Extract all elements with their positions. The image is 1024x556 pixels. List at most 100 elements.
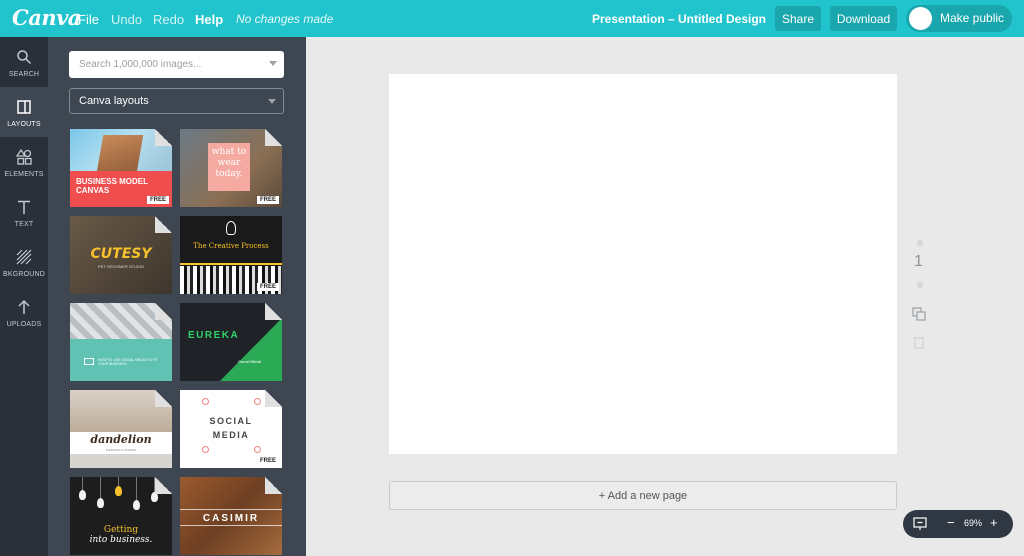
left-rail: SEARCH LAYOUTS ELEMENTS TEXT BKGROUND UP… bbox=[0, 37, 48, 556]
search-icon bbox=[17, 50, 32, 65]
green-triangle bbox=[220, 318, 282, 381]
thumb-title: dandelion bbox=[90, 433, 152, 446]
page-curl bbox=[265, 390, 282, 407]
chevron-down-icon[interactable] bbox=[269, 61, 277, 66]
thumb-title: The Creative Process bbox=[193, 242, 269, 250]
rail-label-search: SEARCH bbox=[8, 71, 40, 78]
free-badge: FREE bbox=[256, 457, 279, 465]
thumb-subtitle: GameOfficial bbox=[238, 359, 262, 364]
rail-item-elements[interactable]: ELEMENTS bbox=[0, 137, 48, 187]
canva-logo[interactable]: Canva bbox=[12, 5, 81, 30]
circle-icon bbox=[254, 446, 261, 453]
page-up-dot[interactable] bbox=[917, 240, 923, 246]
download-button[interactable]: Download bbox=[830, 6, 897, 31]
rail-label-elements: ELEMENTS bbox=[4, 171, 44, 178]
page-curl bbox=[265, 303, 282, 320]
layout-thumb-creative-process[interactable]: The Creative Process FREE bbox=[180, 216, 282, 294]
thumb-title: what to wear today. bbox=[211, 147, 247, 179]
yellow-bar bbox=[180, 263, 282, 265]
help-menu[interactable]: Help bbox=[195, 12, 223, 27]
duplicate-page-icon[interactable] bbox=[912, 307, 926, 321]
chevron-down-icon bbox=[268, 99, 276, 104]
page-number: 1 bbox=[914, 253, 923, 270]
rail-item-uploads[interactable]: UPLOADS bbox=[0, 287, 48, 337]
thumb-title: SOCIAL MEDIA bbox=[209, 416, 253, 440]
top-bar: Canva File Undo Redo Help No changes mad… bbox=[0, 0, 1024, 37]
lightbulb-icon bbox=[226, 221, 236, 235]
layout-thumb-what-to-wear[interactable]: what to wear today. FREE bbox=[180, 129, 282, 207]
background-icon bbox=[16, 249, 32, 265]
circle-icon bbox=[202, 446, 209, 453]
rail-label-text: TEXT bbox=[14, 221, 34, 228]
redo-button[interactable]: Redo bbox=[153, 12, 184, 27]
layouts-panel: Search 1,000,000 images... Canva layouts… bbox=[48, 37, 306, 556]
file-menu[interactable]: File bbox=[78, 12, 99, 27]
thumb-title: CASIMIR bbox=[202, 513, 260, 524]
layout-thumb-cutesy[interactable]: CUTESY PET GROOMER STUDIO bbox=[70, 216, 172, 294]
layout-thumb-social-media-business[interactable]: HOW TO USE SOCIAL MEDIA TO FIT YOUR BUSI… bbox=[70, 303, 172, 381]
bulb-icon bbox=[133, 500, 140, 510]
make-public-label: Make public bbox=[940, 11, 1005, 25]
rail-item-search[interactable]: SEARCH bbox=[0, 37, 48, 87]
delete-page-icon[interactable] bbox=[912, 335, 926, 349]
layout-source-dropdown[interactable]: Canva layouts bbox=[69, 88, 284, 114]
search-placeholder: Search 1,000,000 images... bbox=[79, 59, 202, 70]
layout-thumb-casimir[interactable]: CASIMIR bbox=[180, 477, 282, 555]
zoom-out-button[interactable]: − bbox=[947, 515, 955, 530]
thumb-subtitle: PET GROOMER STUDIO bbox=[97, 264, 145, 269]
thumb-title: BUSINESS MODEL CANVAS bbox=[76, 177, 149, 195]
make-public-toggle[interactable]: Make public bbox=[906, 5, 1012, 32]
image-search-input[interactable]: Search 1,000,000 images... bbox=[69, 51, 284, 78]
page-curl bbox=[155, 129, 172, 146]
layout-thumb-eureka[interactable]: EUREKA GameOfficial bbox=[180, 303, 282, 381]
page-curl bbox=[155, 303, 172, 320]
thumb-title: EUREKA bbox=[188, 330, 240, 341]
design-page[interactable] bbox=[389, 74, 897, 454]
rail-item-text[interactable]: TEXT bbox=[0, 187, 48, 237]
zoom-level: 69% bbox=[964, 518, 983, 528]
page-curl bbox=[155, 390, 172, 407]
page-curl bbox=[265, 477, 282, 494]
divider bbox=[180, 509, 282, 510]
lower-image bbox=[70, 454, 172, 468]
free-badge: FREE bbox=[256, 283, 279, 291]
text-icon bbox=[18, 200, 30, 214]
zoom-control: − 69% + bbox=[903, 510, 1013, 538]
page-curl bbox=[155, 477, 172, 494]
bulb-wire bbox=[100, 477, 101, 499]
layout-thumb-social-media[interactable]: SOCIAL MEDIA FREE bbox=[180, 390, 282, 468]
undo-button[interactable]: Undo bbox=[111, 12, 142, 27]
thumb-subtitle: WEDDING FLOWERS bbox=[105, 448, 137, 452]
layouts-icon bbox=[17, 100, 31, 114]
rail-item-layouts[interactable]: LAYOUTS bbox=[0, 87, 48, 137]
toggle-knob bbox=[909, 7, 932, 30]
present-icon[interactable] bbox=[913, 517, 927, 531]
document-title[interactable]: Presentation – Untitled Design bbox=[592, 12, 766, 26]
save-status: No changes made bbox=[236, 12, 334, 26]
lit-bulb-icon bbox=[115, 486, 122, 496]
page-down-dot[interactable] bbox=[917, 282, 923, 288]
thumb-title: CUTESY bbox=[90, 246, 152, 262]
rail-label-background: BKGROUND bbox=[2, 271, 46, 278]
layout-thumb-getting-into-business[interactable]: Getting into business. bbox=[70, 477, 172, 555]
layout-thumb-business-model-canvas[interactable]: BUSINESS MODEL CANVAS FREE bbox=[70, 129, 172, 207]
add-page-button[interactable]: + Add a new page bbox=[389, 481, 897, 510]
bulb-wire bbox=[82, 477, 83, 491]
rail-label-uploads: UPLOADS bbox=[6, 321, 42, 328]
thumb-title: Getting bbox=[103, 525, 139, 535]
shapes-icon bbox=[16, 149, 32, 165]
laptop-icon bbox=[84, 358, 94, 365]
share-button[interactable]: Share bbox=[775, 6, 821, 31]
page-curl bbox=[155, 216, 172, 233]
thumb-title: HOW TO USE SOCIAL MEDIA TO FIT YOUR BUSI… bbox=[98, 358, 158, 366]
layout-thumb-dandelion[interactable]: dandelion WEDDING FLOWERS bbox=[70, 390, 172, 468]
upload-icon bbox=[18, 299, 30, 314]
bulb-wire bbox=[136, 477, 137, 501]
rail-item-background[interactable]: BKGROUND bbox=[0, 237, 48, 287]
free-badge: FREE bbox=[256, 196, 279, 204]
zoom-in-button[interactable]: + bbox=[990, 515, 998, 530]
circle-icon bbox=[202, 398, 209, 405]
divider bbox=[180, 525, 282, 526]
bulb-icon bbox=[79, 490, 86, 500]
bulb-icon bbox=[97, 498, 104, 508]
